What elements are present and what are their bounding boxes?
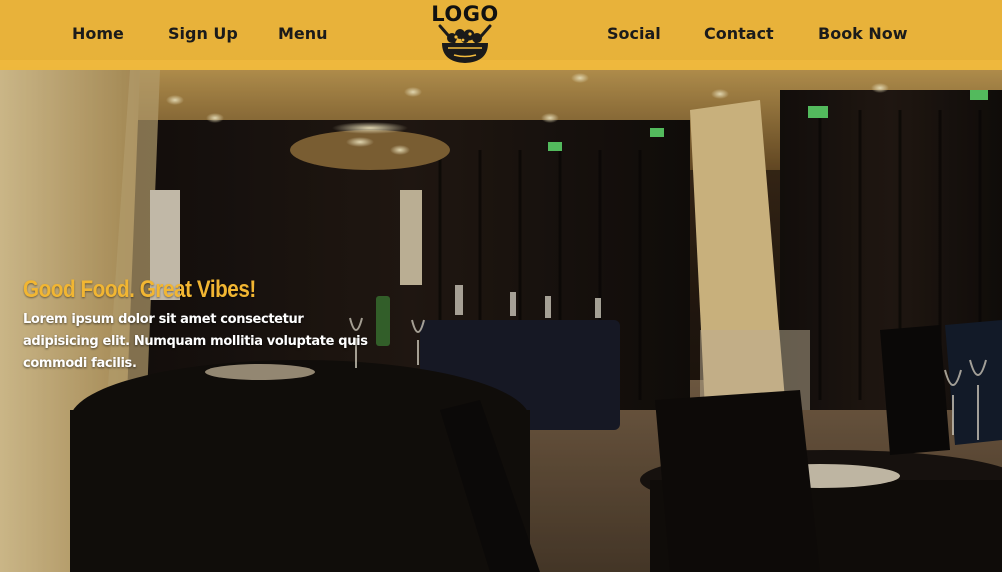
site-logo[interactable]: LOGO [428,2,502,66]
nav-social-link[interactable]: Social [607,20,661,48]
nav-menu-link[interactable]: Menu [278,20,328,48]
hero-description: Lorem ipsum dolor sit amet consectetur a… [23,312,368,371]
top-navbar: Home Sign Up Menu LOGO Social Contact Bo… [0,0,1002,70]
nav-contact-link[interactable]: Contact [704,20,774,48]
nav-sign-up-link[interactable]: Sign Up [168,20,238,48]
nav-home-link[interactable]: Home [72,20,124,48]
salad-bowl-icon [438,24,492,63]
hero-tagline: Good Food. Great Vibes! [23,276,256,303]
nav-book-now-link[interactable]: Book Now [818,20,908,48]
